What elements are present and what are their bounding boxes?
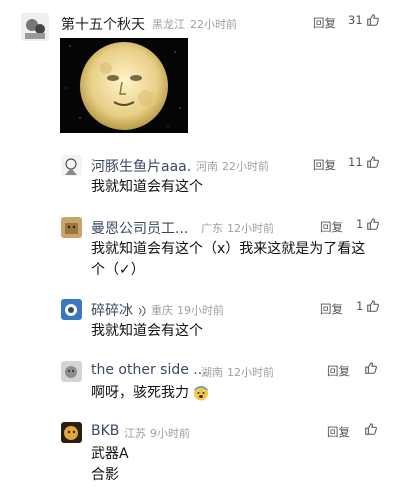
- region-label: 江苏: [124, 427, 146, 440]
- thumbs-up-icon: [365, 362, 377, 374]
- avatar[interactable]: [61, 422, 82, 443]
- thumbs-up-icon: [366, 156, 379, 168]
- reply-button[interactable]: 回复: [320, 301, 343, 317]
- reply-button[interactable]: 回复: [327, 424, 350, 440]
- avatar[interactable]: [61, 217, 82, 238]
- like-count: 11: [348, 155, 363, 169]
- reply-button[interactable]: 回复: [327, 363, 350, 379]
- timestamp: 19小时前: [177, 304, 224, 317]
- thumbs-up-icon: [366, 14, 379, 26]
- like-button[interactable]: 1: [356, 299, 380, 313]
- like-button[interactable]: 1: [356, 217, 380, 231]
- timestamp: 12小时前: [227, 366, 274, 379]
- comment-text: 我就知道会有这个（x）我来这就是为了看这: [91, 241, 366, 257]
- comment-text: 个（✓）: [91, 262, 145, 278]
- like-button[interactable]: [364, 422, 378, 436]
- region-label: 广东: [201, 222, 223, 235]
- avatar[interactable]: [61, 155, 82, 176]
- like-button[interactable]: 11: [348, 155, 380, 169]
- username[interactable]: BKB: [91, 423, 119, 439]
- region-label: 湖南: [201, 366, 223, 379]
- timestamp: 22小时前: [190, 18, 237, 31]
- like-button[interactable]: [364, 361, 378, 375]
- like-count: 1: [356, 217, 364, 231]
- thumbs-up-icon: [367, 300, 380, 312]
- comment-text: 啊呀，骇死我力: [91, 382, 209, 404]
- reply-button[interactable]: 回复: [313, 157, 336, 173]
- comment-text: 我就知道会有这个: [91, 323, 203, 339]
- timestamp: 12小时前: [227, 222, 274, 235]
- like-button[interactable]: 31: [348, 13, 380, 27]
- username[interactable]: 第十五个秋天: [61, 14, 145, 34]
- like-count: 31: [348, 13, 363, 27]
- avatar[interactable]: [61, 299, 82, 320]
- username[interactable]: 曼恩公司员工...: [91, 218, 188, 238]
- timestamp: 22小时前: [222, 160, 269, 173]
- moon-image[interactable]: [60, 38, 188, 133]
- thumbs-up-icon: [367, 218, 380, 230]
- reply-button[interactable]: 回复: [320, 219, 343, 235]
- region-label: 重庆: [151, 304, 173, 317]
- sound-icon: [139, 305, 146, 317]
- avatar[interactable]: [21, 13, 49, 41]
- reply-button[interactable]: 回复: [313, 15, 336, 31]
- timestamp: 9小时前: [150, 427, 190, 440]
- comment-text: 我就知道会有这个: [91, 179, 203, 195]
- username[interactable]: 碎碎冰: [91, 300, 147, 320]
- username[interactable]: the other side ...: [91, 362, 207, 378]
- like-count: 1: [356, 299, 364, 313]
- comment-text: 武器A: [91, 446, 129, 462]
- username-text: 碎碎冰: [91, 303, 133, 319]
- fearful-face-emoji-icon: [194, 386, 209, 401]
- region-label: 河南: [196, 160, 218, 173]
- comment-text: 合影: [91, 467, 119, 483]
- avatar[interactable]: [61, 361, 82, 382]
- username[interactable]: 河豚生鱼片aaa.: [91, 156, 191, 176]
- thumbs-up-icon: [365, 423, 377, 435]
- region-label: 黑龙江: [152, 18, 185, 31]
- comment-text-content: 啊呀，骇死我力: [91, 385, 189, 401]
